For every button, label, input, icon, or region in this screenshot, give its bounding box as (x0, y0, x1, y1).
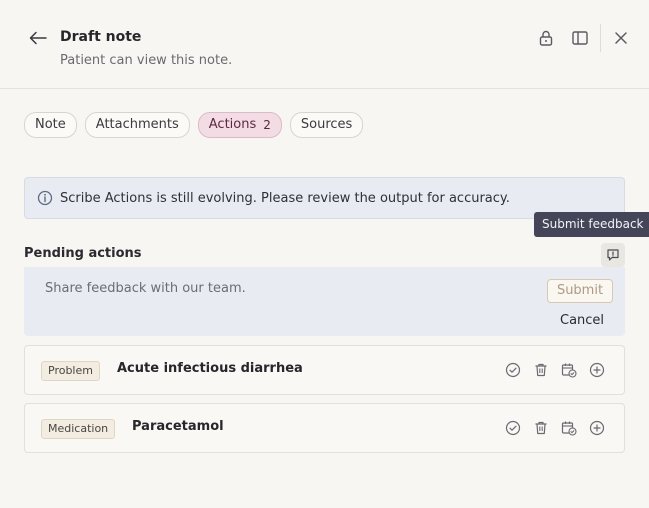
feedback-input[interactable] (45, 279, 525, 297)
feedback-panel: Submit Cancel (24, 267, 625, 336)
tab-label: Attachments (95, 117, 179, 132)
info-icon (37, 190, 53, 206)
feedback-button[interactable] (601, 243, 625, 267)
tab-label: Sources (300, 117, 353, 132)
trash-icon (533, 362, 549, 378)
tab-label: Actions (208, 117, 257, 132)
tab-note[interactable]: Note (24, 112, 77, 138)
trash-icon (533, 420, 549, 436)
back-button[interactable] (27, 29, 49, 47)
submit-feedback-tooltip: Submit feedback (534, 212, 649, 237)
check-circle-icon (505, 362, 521, 378)
plus-circle-icon (589, 420, 605, 436)
lock-button[interactable] (536, 28, 556, 48)
tab-label: Note (35, 117, 66, 132)
tab-count-badge: 2 (263, 118, 271, 132)
header-divider (600, 24, 601, 52)
delete-button[interactable] (532, 361, 550, 379)
check-circle-icon (505, 420, 521, 436)
delete-button[interactable] (532, 419, 550, 437)
tab-sources[interactable]: Sources (289, 112, 364, 138)
action-title: Acute infectious diarrhea (117, 361, 303, 376)
page-subtitle: Patient can view this note. (60, 53, 233, 68)
sidebar-panel-icon (572, 31, 588, 45)
message-square-icon (606, 248, 620, 262)
action-type-tag: Problem (41, 361, 100, 381)
close-icon (614, 31, 628, 45)
submit-button[interactable]: Submit (547, 279, 613, 303)
action-type-tag: Medication (41, 419, 116, 439)
calendar-check-icon (561, 420, 577, 436)
accept-button[interactable] (504, 361, 522, 379)
pending-actions-title: Pending actions (24, 246, 142, 261)
action-item-problem: Problem Acute infectious diarrhea (24, 345, 625, 395)
schedule-button[interactable] (560, 361, 578, 379)
tab-attachments[interactable]: Attachments (84, 112, 190, 138)
close-button[interactable] (611, 28, 631, 48)
page-title: Draft note (60, 29, 142, 45)
accept-button[interactable] (504, 419, 522, 437)
schedule-button[interactable] (560, 419, 578, 437)
banner-text: Scribe Actions is still evolving. Please… (60, 190, 510, 206)
header: Draft note Patient can view this note. (0, 0, 649, 89)
lock-icon (539, 30, 553, 46)
tab-actions[interactable]: Actions 2 (197, 112, 282, 138)
toggle-sidebar-button[interactable] (570, 28, 590, 48)
tab-bar: Note Attachments Actions 2 Sources (24, 112, 364, 138)
arrow-left-icon (29, 31, 47, 45)
plus-circle-icon (589, 362, 605, 378)
add-button[interactable] (588, 419, 606, 437)
cancel-button[interactable]: Cancel (560, 313, 604, 328)
calendar-check-icon (561, 362, 577, 378)
action-title: Paracetamol (132, 419, 224, 434)
add-button[interactable] (588, 361, 606, 379)
action-item-medication: Medication Paracetamol (24, 403, 625, 453)
